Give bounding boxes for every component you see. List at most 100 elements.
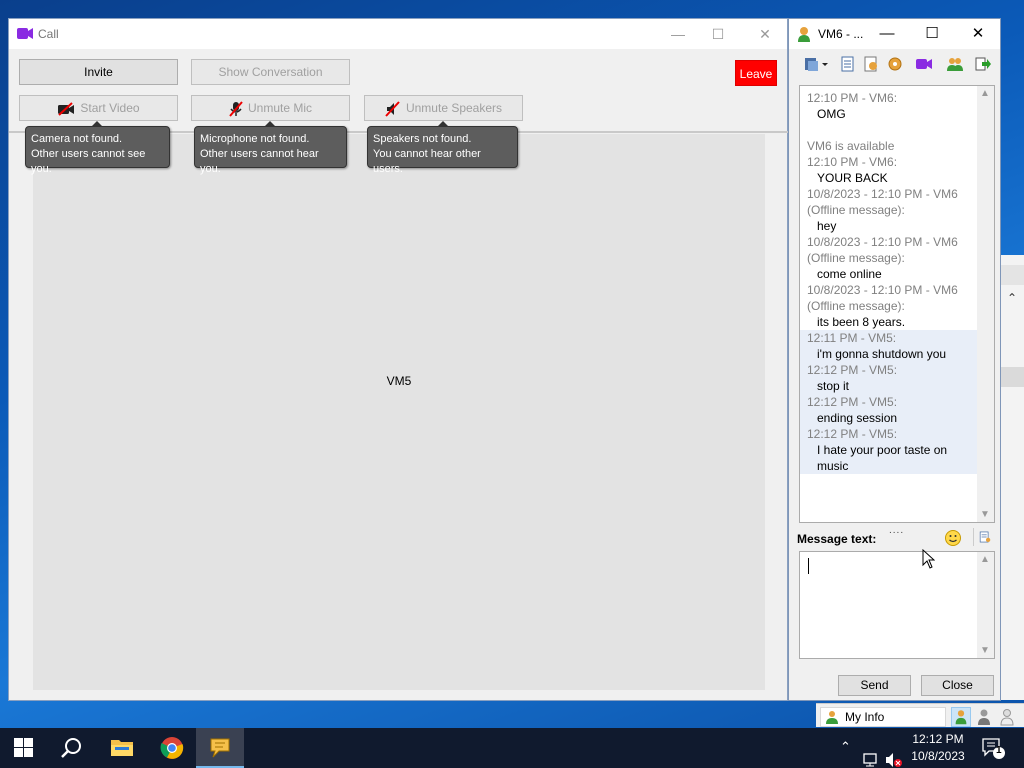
windows-logo-icon <box>14 738 33 757</box>
notification-icon <box>982 738 1005 759</box>
invite-users-icon[interactable] <box>946 56 964 72</box>
message-body: ending session <box>800 410 978 426</box>
nudge-icon[interactable] <box>886 56 904 72</box>
message-body: its been 8 years. <box>817 315 906 329</box>
status-offline-icon[interactable] <box>997 707 1017 727</box>
scroll-down-icon[interactable]: ▼ <box>980 645 990 656</box>
maximize-button[interactable]: ☐ <box>919 24 945 44</box>
message-body: I hate your poor taste on <box>800 442 978 458</box>
volume-muted-icon[interactable] <box>884 740 902 768</box>
taskbar: ⌃ 12:12 PM 10/8/2023 1 <box>0 728 1024 768</box>
emoticon-icon[interactable] <box>944 529 962 547</box>
search-button[interactable] <box>48 728 96 768</box>
unmute-mic-button[interactable]: Unmute Mic <box>191 95 350 121</box>
send-button[interactable]: Send <box>838 675 911 696</box>
message-gap <box>800 122 978 138</box>
message-header: 10/8/2023 - 12:10 PM - VM6 <box>807 283 958 297</box>
message-header: (Offline message): <box>807 299 905 313</box>
chrome-button[interactable] <box>148 728 196 768</box>
message-header: 12:10 PM - VM6: <box>807 155 898 169</box>
send-label: Send <box>860 678 889 692</box>
chat-toolbar <box>789 51 1000 77</box>
clock-time: 12:12 PM <box>912 732 964 746</box>
message-header: 12:10 PM - VM6: <box>807 91 898 105</box>
status-online-icon[interactable] <box>951 707 971 727</box>
file-explorer-button[interactable] <box>98 728 146 768</box>
network-icon[interactable] <box>862 740 880 768</box>
scroll-up-icon[interactable]: ▲ <box>980 554 990 565</box>
contact-list-strip: My Info <box>816 703 1024 727</box>
message-header: 10/8/2023 - 12:10 PM - VM6 <box>807 187 958 201</box>
chevron-up-icon[interactable]: ⌃ <box>1007 291 1017 305</box>
chat-window: VM6 - ... — ☐ ✕ 12:10 PM - VM6:OMGVM6 <box>788 18 1001 701</box>
tooltip-line: Camera not found. <box>31 133 123 145</box>
close-button[interactable]: ✕ <box>965 24 991 44</box>
notification-count: 1 <box>996 745 1002 756</box>
start-video-button[interactable]: Start Video <box>19 95 178 121</box>
message-body: i'm gonna shutdown you <box>800 346 978 362</box>
history-icon[interactable] <box>839 56 857 72</box>
chrome-icon <box>160 737 184 759</box>
my-info-button[interactable]: My Info <box>820 707 946 727</box>
message-header: 12:11 PM - VM5: <box>800 330 978 346</box>
tooltip-line: Microphone not found. <box>200 133 310 145</box>
contact-info-icon[interactable] <box>862 56 880 72</box>
folder-icon <box>111 740 133 756</box>
message-body: stop it <box>800 378 978 394</box>
font-format-icon[interactable] <box>973 528 991 546</box>
background-window: ⌃ <box>1000 255 1024 700</box>
system-clock[interactable]: 12:12 PM 10/8/2023 <box>904 731 972 765</box>
participant-name: VM5 <box>386 374 412 388</box>
text-caret <box>808 558 809 574</box>
invite-button[interactable]: Invite <box>19 59 178 85</box>
close-button[interactable]: ✕ <box>752 24 778 44</box>
show-conversation-button[interactable]: Show Conversation <box>191 59 350 85</box>
chat-bubble-icon <box>210 738 230 758</box>
chat-window-title: VM6 - ... <box>818 27 864 41</box>
camera-tooltip: Camera not found. Other users cannot see… <box>25 121 170 175</box>
my-info-label: My Info <box>845 710 885 724</box>
message-header: 12:12 PM - VM5: <box>800 362 978 378</box>
maximize-button[interactable]: ☐ <box>705 24 731 44</box>
send-file-icon[interactable] <box>803 56 829 72</box>
minimize-button[interactable]: — <box>665 24 691 44</box>
video-call-icon[interactable] <box>915 56 933 72</box>
chat-app-button[interactable] <box>196 728 244 768</box>
start-button[interactable] <box>0 728 48 768</box>
close-chat-button[interactable]: Close <box>921 675 994 696</box>
call-titlebar[interactable]: Call — ☐ ✕ <box>9 19 787 49</box>
user-icon <box>826 711 838 724</box>
leave-button[interactable]: Leave <box>735 60 777 86</box>
message-input[interactable]: ▲ ▼ <box>799 551 995 659</box>
message-header: 12:12 PM - VM5: <box>800 426 978 442</box>
tooltip-line: Other users cannot hear you. <box>200 148 319 175</box>
close-label: Close <box>942 678 973 692</box>
status-away-icon[interactable] <box>974 707 994 727</box>
unmute-speakers-button[interactable]: Unmute Speakers <box>364 95 523 121</box>
unmute-speakers-label: Unmute Speakers <box>405 101 503 115</box>
message-body: music <box>800 458 978 474</box>
message-list: 12:10 PM - VM6: OMG VM6 is available 12:10 … <box>800 90 978 474</box>
video-camera-icon <box>17 28 33 39</box>
notification-center-button[interactable]: 1 <box>980 736 1008 760</box>
minimize-button[interactable]: — <box>874 24 900 44</box>
video-area: VM5 <box>33 134 765 690</box>
exit-icon[interactable] <box>974 56 992 72</box>
input-scrollbar[interactable]: ▲ ▼ <box>977 552 994 658</box>
message-header: VM6 is available <box>807 139 895 153</box>
contact-icon <box>798 27 810 42</box>
scroll-up-icon[interactable]: ▲ <box>980 88 990 99</box>
bg-row <box>1001 265 1024 285</box>
start-video-label: Start Video <box>80 101 140 115</box>
message-header: (Offline message): <box>807 251 905 265</box>
message-scrollbar[interactable]: ▲ ▼ <box>977 86 994 522</box>
message-body: come online <box>817 267 882 281</box>
leave-label: Leave <box>739 67 773 81</box>
chat-titlebar[interactable]: VM6 - ... — ☐ ✕ <box>789 19 1000 49</box>
speakers-tooltip: Speakers not found. You cannot hear othe… <box>367 121 518 175</box>
splitter-handle[interactable]: .... <box>889 525 904 536</box>
chevron-up-icon[interactable]: ⌃ <box>840 739 851 768</box>
message-history[interactable]: 12:10 PM - VM6: OMG VM6 is available 12:10 … <box>799 85 995 523</box>
bg-row <box>1001 367 1024 387</box>
scroll-down-icon[interactable]: ▼ <box>980 509 990 520</box>
